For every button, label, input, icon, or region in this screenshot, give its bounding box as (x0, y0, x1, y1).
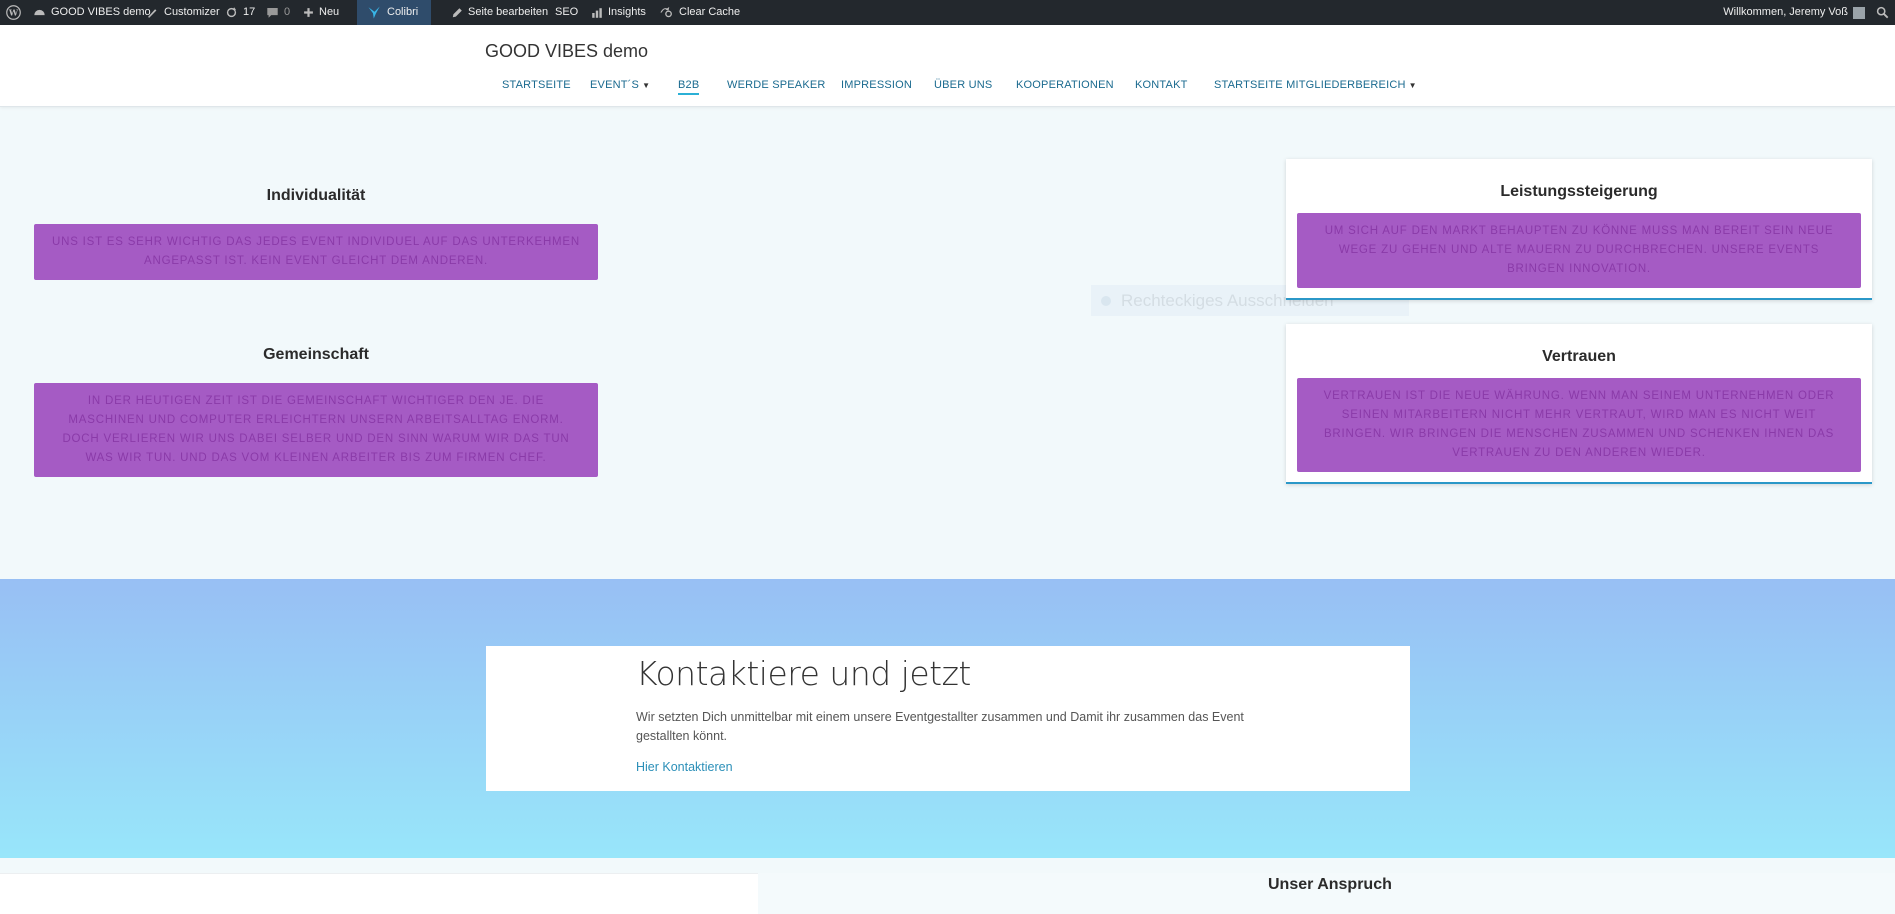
chevron-down-icon: ▼ (1408, 80, 1417, 90)
nav-item-impression[interactable]: IMPRESSION (841, 79, 912, 91)
feature-text-vertrauen: Vertrauen ist die neue Währung. Wenn man… (1297, 378, 1861, 472)
nav-item-startseite[interactable]: STARTSEITE (502, 79, 571, 91)
svg-text:W: W (8, 8, 19, 18)
nav-label: IMPRESSION (841, 79, 913, 91)
bottom-left-panel (0, 873, 758, 914)
feature-title-gemeinschaft: Gemeinschaft (263, 346, 369, 363)
brush-icon (147, 9, 157, 18)
nav-label: STARTSEITE (502, 79, 571, 91)
customizer-label: Customizer (164, 6, 220, 18)
site-title[interactable]: GOOD VIBES demo (485, 41, 648, 62)
nav-label: STARTSEITE MITGLIEDERBEREICH (1214, 79, 1406, 91)
nav-label: KONTAKT (1135, 79, 1188, 91)
updates-count: 17 (243, 6, 256, 18)
feature-card-leistungssteigerung: Leistungssteigerung Um sich auf den Mark… (1286, 159, 1872, 300)
feature-title-vertrauen: Vertrauen (1542, 348, 1616, 365)
nav-item-kontakt[interactable]: KONTAKT (1135, 79, 1188, 91)
new-label: Neu (319, 6, 340, 18)
circle-icon (1101, 295, 1111, 306)
clear-cache-link[interactable]: Clear Cache (659, 0, 740, 25)
nav-label: B2B (678, 79, 700, 91)
wordpress-logo-button[interactable]: W (6, 0, 21, 25)
clear-cache-label: Clear Cache (679, 6, 741, 18)
welcome-label: Willkommen, Jeremy Voß (1723, 6, 1848, 18)
search-icon (1876, 6, 1889, 19)
new-content-link[interactable]: Neu (303, 0, 339, 25)
comments-count: 0 (284, 6, 291, 18)
nav-item-ueber-uns[interactable]: ÜBER UNS (934, 79, 992, 91)
nav-item-mitgliederbereich[interactable]: STARTSEITE MITGLIEDERBEREICH ▼ (1214, 79, 1417, 91)
contact-link[interactable]: Hier Kontaktieren (636, 760, 733, 774)
colibri-icon (368, 6, 380, 19)
updates-link[interactable]: 17 (225, 0, 255, 25)
contact-section: Kontaktiere und jetzt Wir setzten Dich u… (0, 579, 1895, 858)
bar-chart-icon (592, 7, 602, 18)
wordpress-icon: W (6, 5, 21, 20)
pencil-icon (452, 7, 462, 17)
account-menu[interactable]: Willkommen, Jeremy Voß (1723, 0, 1865, 25)
site-header: GOOD VIBES demo STARTSEITE EVENT´S ▼ B2B … (0, 25, 1895, 107)
colibri-label: Colibri (387, 6, 419, 18)
colibri-button[interactable]: Colibri (357, 0, 432, 25)
site-name-link[interactable]: GOOD VIBES demo (33, 0, 151, 25)
seo-label: SEO (555, 6, 579, 18)
admin-bar: W GOOD VIBES demo Customizer 17 0 Neu Co… (0, 0, 1895, 25)
nav-label: WERDE SPEAKER (727, 79, 826, 91)
feature-title-individualitaet: Individualität (266, 187, 366, 204)
customizer-link[interactable]: Customizer (146, 0, 220, 25)
insights-link[interactable]: Insights (591, 0, 646, 25)
feature-text-gemeinschaft: In der heutigen Zeit ist die Gemeinschaf… (34, 383, 598, 477)
insights-label: Insights (608, 6, 646, 18)
site-name-label: GOOD VIBES demo (51, 6, 151, 18)
nav-label: EVENT´S (590, 79, 640, 91)
nav-label: ÜBER UNS (934, 79, 993, 91)
contact-heading: Kontaktiere und jetzt (636, 654, 971, 693)
avatar (1853, 6, 1865, 19)
nav-label: KOOPERATIONEN (1016, 79, 1114, 91)
search-button[interactable] (1876, 0, 1889, 25)
contact-text: Wir setzten Dich unmittelbar mit einem u… (636, 710, 1244, 743)
edit-page-label: Seite bearbeiten (468, 6, 549, 18)
seo-link[interactable]: SEO (555, 0, 578, 25)
feature-card-vertrauen: Vertrauen Vertrauen ist die neue Währung… (1286, 324, 1872, 484)
contact-card: Kontaktiere und jetzt Wir setzten Dich u… (486, 646, 1410, 791)
cache-icon (660, 7, 672, 18)
chevron-down-icon: ▼ (642, 80, 651, 90)
updates-icon (226, 7, 237, 18)
feature-text-leistungssteigerung: Um sich auf den Markt behaupten zu könne… (1297, 213, 1861, 288)
edit-page-link[interactable]: Seite bearbeiten (451, 0, 548, 25)
comments-link[interactable]: 0 (266, 0, 290, 25)
feature-title-leistungssteigerung: Leistungssteigerung (1500, 183, 1658, 200)
nav-item-kooperationen[interactable]: KOOPERATIONEN (1016, 79, 1114, 91)
nav-item-werde-speaker[interactable]: WERDE SPEAKER (727, 79, 826, 91)
comment-icon (267, 7, 278, 18)
nav-item-b2b[interactable]: B2B (678, 79, 700, 95)
nav-item-events[interactable]: EVENT´S ▼ (590, 79, 650, 91)
dashboard-icon (34, 9, 45, 16)
section-heading-unser-anspruch: Unser Anspruch (1268, 876, 1392, 893)
feature-text-individualitaet: Uns ist es sehr wichtig das jedes Event … (34, 224, 598, 280)
plus-icon (304, 8, 313, 17)
